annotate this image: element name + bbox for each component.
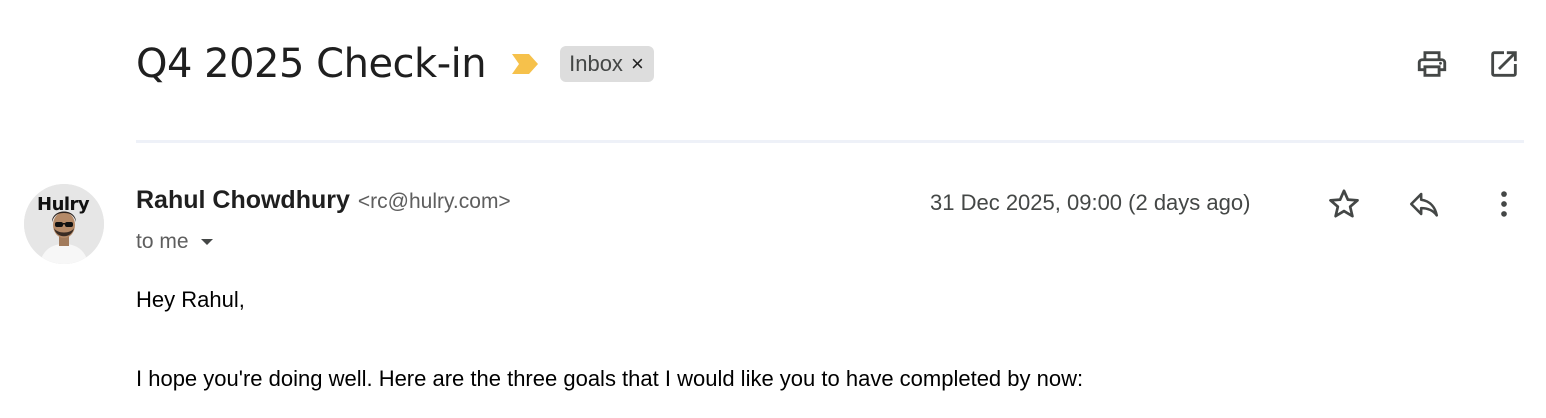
star-icon: [1329, 189, 1359, 218]
more-vertical-icon: [1501, 191, 1507, 217]
print-icon: [1417, 51, 1447, 77]
email-date: 31 Dec 2025, 09:00 (2 days ago): [930, 190, 1251, 215]
subject-row: Q4 2025 Check-in Inbox ×: [136, 36, 654, 92]
remove-label-button[interactable]: ×: [631, 51, 644, 77]
sender-name[interactable]: Rahul Chowdhury: [136, 186, 350, 215]
avatar[interactable]: Hulry: [24, 184, 104, 264]
email-body-paragraph: I hope you're doing well. Here are the t…: [136, 366, 1084, 391]
reply-icon: [1409, 192, 1439, 217]
email-subject: Q4 2025 Check-in: [136, 41, 487, 87]
label-chip-inbox: Inbox ×: [560, 46, 654, 82]
sender-email: <rc@hulry.com>: [357, 190, 511, 213]
sender-row: Rahul Chowdhury <rc@hulry.com>: [136, 186, 511, 215]
email-body-greeting: Hey Rahul,: [136, 287, 245, 312]
open-in-new-window-icon: [1491, 51, 1517, 77]
reply-button[interactable]: [1404, 184, 1444, 224]
star-button[interactable]: [1324, 184, 1364, 224]
more-options-button[interactable]: [1484, 184, 1524, 224]
recipient-row[interactable]: to me: [136, 230, 215, 254]
importance-marker-icon[interactable]: [512, 54, 539, 74]
label-chip-text: Inbox: [569, 51, 623, 76]
print-button[interactable]: [1412, 44, 1452, 84]
caret-down-icon[interactable]: [199, 234, 215, 250]
email-view: Q4 2025 Check-in Inbox × Hulry Rahul Cho…: [0, 0, 1546, 418]
recipient-text: to me: [136, 230, 189, 253]
header-divider: [136, 140, 1524, 143]
avatar-brand-text: Hulry: [37, 194, 90, 215]
open-in-new-window-button[interactable]: [1484, 44, 1524, 84]
